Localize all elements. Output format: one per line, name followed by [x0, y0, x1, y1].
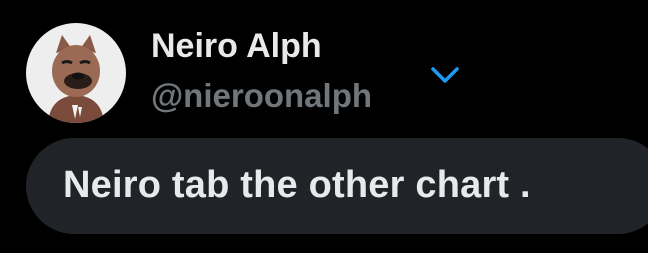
avatar[interactable] [26, 23, 126, 123]
display-name[interactable]: Neiro Alph [151, 26, 322, 66]
cartoon-dog-avatar-icon [26, 23, 126, 123]
user-handle[interactable]: @nieroonalph [151, 77, 372, 115]
tweet-card: Neiro Alph @nieroonalph Neiro tab the ot… [0, 0, 648, 253]
post-text: Neiro tab the other chart . [63, 164, 531, 206]
chevron-down-icon[interactable] [428, 60, 462, 90]
